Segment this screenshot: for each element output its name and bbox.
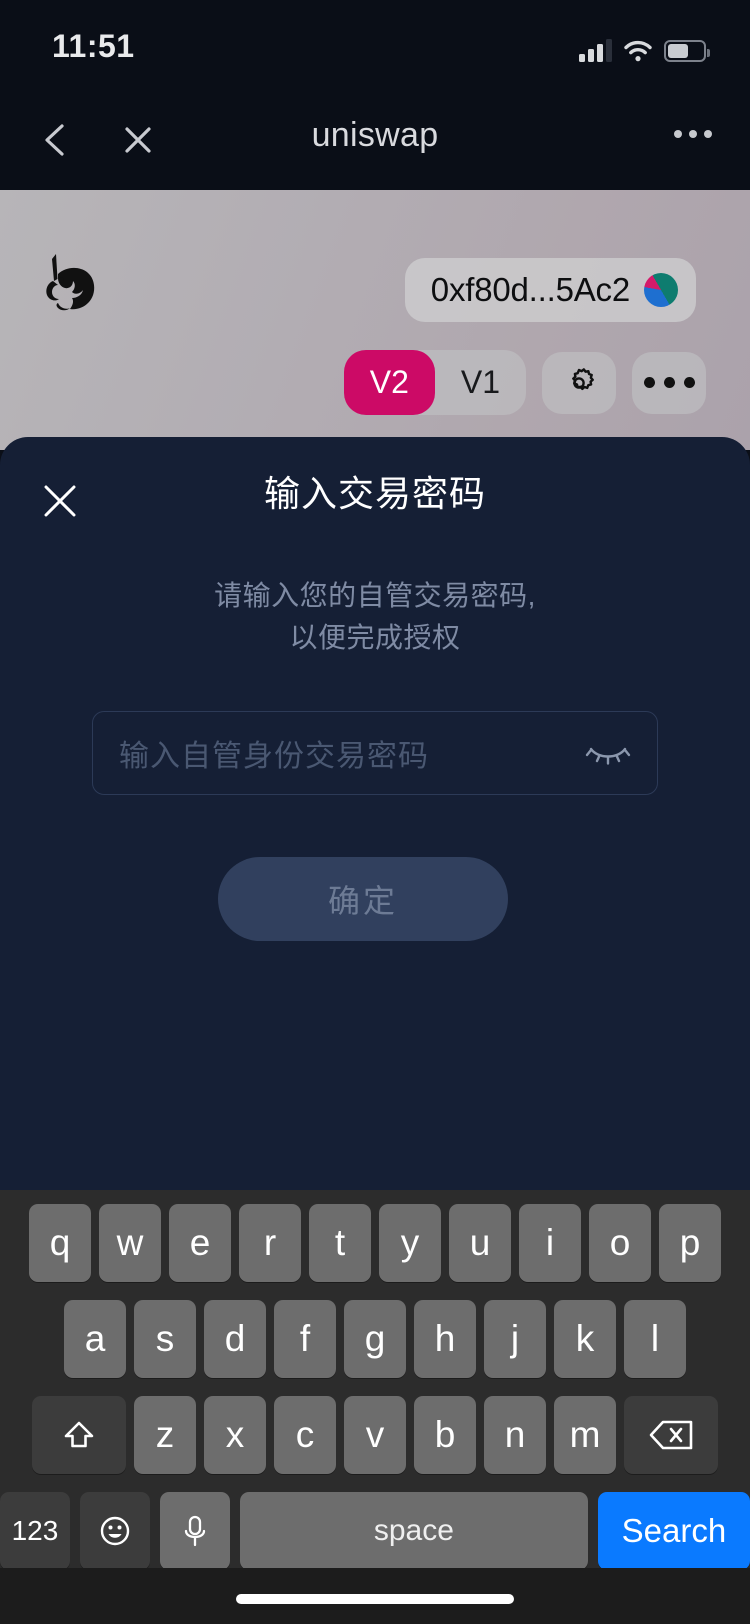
key-u[interactable]: u [449, 1204, 511, 1282]
key-t[interactable]: t [309, 1204, 371, 1282]
eye-off-icon[interactable] [585, 738, 631, 768]
key-v[interactable]: v [344, 1396, 406, 1474]
modal-description-line1: 请输入您的自管交易密码, [214, 580, 536, 611]
key-g[interactable]: g [344, 1300, 406, 1378]
keyboard-row-2: a s d f g h j k l [0, 1300, 750, 1378]
uniswap-unicorn-logo-icon [30, 245, 106, 321]
key-z[interactable]: z [134, 1396, 196, 1474]
microphone-icon[interactable] [159, 1492, 230, 1570]
key-m[interactable]: m [554, 1396, 616, 1474]
confirm-button[interactable]: 确定 [218, 857, 508, 941]
key-k[interactable]: k [554, 1300, 616, 1378]
virtual-keyboard: q w e r t y u i o p a s d f g h j k l z … [0, 1190, 750, 1570]
key-d[interactable]: d [204, 1300, 266, 1378]
home-indicator-area [0, 1568, 750, 1624]
search-return-key[interactable]: Search [597, 1492, 750, 1570]
browser-nav-bar: uniswap [0, 92, 750, 190]
version-toggle: V2 V1 [343, 350, 526, 415]
modal-title: 输入交易密码 [263, 473, 486, 514]
keyboard-row-3: z x c v b n m [0, 1396, 750, 1474]
key-e[interactable]: e [169, 1204, 231, 1282]
account-address-pill[interactable]: 0xf80d...5Ac2 [404, 258, 696, 322]
key-c[interactable]: c [274, 1396, 336, 1474]
key-r[interactable]: r [239, 1204, 301, 1282]
more-horizontal-icon[interactable] [674, 130, 712, 138]
key-y[interactable]: y [379, 1204, 441, 1282]
key-j[interactable]: j [484, 1300, 546, 1378]
password-input-placeholder: 输入自管身份交易密码 [119, 740, 429, 773]
page-title: uniswap [311, 116, 439, 154]
modal-description: 请输入您的自管交易密码, 以便完成授权 [0, 575, 750, 659]
cellular-signal-icon [579, 38, 612, 62]
emoji-icon[interactable] [79, 1492, 150, 1570]
version-v2-button[interactable]: V2 [343, 350, 435, 415]
key-x[interactable]: x [204, 1396, 266, 1474]
key-p[interactable]: p [659, 1204, 721, 1282]
more-horizontal-icon[interactable] [632, 351, 706, 414]
modal-description-line2: 以便完成授权 [289, 622, 461, 653]
numbers-key[interactable]: 123 [0, 1492, 70, 1570]
key-l[interactable]: l [624, 1300, 686, 1378]
home-indicator[interactable] [236, 1594, 514, 1604]
key-q[interactable]: q [29, 1204, 91, 1282]
status-bar-indicators [579, 32, 710, 62]
key-s[interactable]: s [134, 1300, 196, 1378]
wifi-icon [624, 40, 652, 62]
toolbar-row: V2 V1 [343, 350, 706, 415]
space-key[interactable]: space [239, 1492, 588, 1570]
phone-screen: 11:51 uniswap 0xf80d...5Ac2 V2 V1 输入交易密码… [0, 0, 750, 1624]
key-o[interactable]: o [589, 1204, 651, 1282]
wallet-avatar-icon [644, 273, 678, 307]
key-h[interactable]: h [414, 1300, 476, 1378]
gear-icon[interactable] [542, 351, 616, 414]
status-bar-time: 11:51 [52, 28, 135, 64]
version-v1-button[interactable]: V1 [435, 350, 526, 415]
battery-icon [664, 40, 710, 62]
webview-content: 0xf80d...5Ac2 V2 V1 [0, 190, 750, 450]
key-i[interactable]: i [519, 1204, 581, 1282]
backspace-icon[interactable] [624, 1396, 718, 1474]
key-b[interactable]: b [414, 1396, 476, 1474]
status-bar: 11:51 [0, 0, 750, 92]
password-modal: 输入交易密码 请输入您的自管交易密码, 以便完成授权 输入自管身份交易密码 确定 [0, 437, 750, 1190]
keyboard-row-4: 123 space Search [0, 1492, 750, 1570]
password-input[interactable]: 输入自管身份交易密码 [92, 711, 658, 795]
account-address-label: 0xf80d...5Ac2 [430, 271, 630, 308]
keyboard-row-1: q w e r t y u i o p [0, 1204, 750, 1282]
key-f[interactable]: f [274, 1300, 336, 1378]
key-n[interactable]: n [484, 1396, 546, 1474]
key-a[interactable]: a [64, 1300, 126, 1378]
key-w[interactable]: w [99, 1204, 161, 1282]
shift-icon[interactable] [32, 1396, 126, 1474]
